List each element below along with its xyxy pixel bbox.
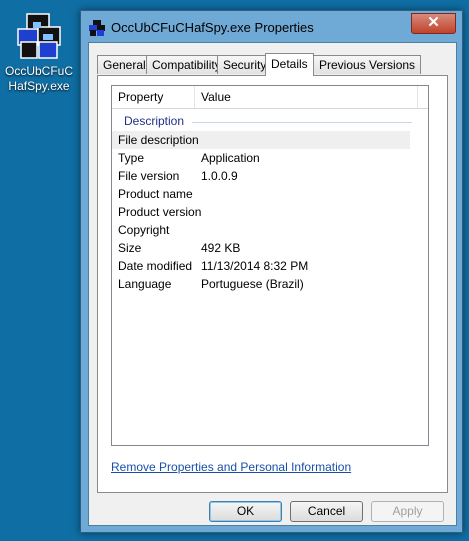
- property-name: Product name: [118, 187, 193, 201]
- cancel-button[interactable]: Cancel: [290, 501, 363, 522]
- list-item[interactable]: File version 1.0.0.9: [112, 167, 410, 185]
- property-value: Application: [201, 151, 260, 165]
- dialog-body: General Compatibility Security Details P…: [88, 42, 457, 526]
- property-value: Portuguese (Brazil): [201, 277, 304, 291]
- window-app-icon: [89, 20, 105, 36]
- tab-general[interactable]: General: [97, 55, 152, 74]
- ok-button[interactable]: OK: [209, 501, 282, 522]
- tab-compatibility[interactable]: Compatibility: [146, 55, 227, 74]
- app-icon: [17, 12, 61, 60]
- remove-properties-link[interactable]: Remove Properties and Personal Informati…: [111, 460, 351, 474]
- window-title: OccUbCFuCHafSpy.exe Properties: [111, 20, 314, 35]
- property-name: File description: [118, 133, 199, 147]
- property-name: File version: [118, 169, 180, 183]
- list-header: Property Value: [112, 86, 428, 109]
- property-name: Type: [118, 151, 145, 165]
- properties-window: OccUbCFuCHafSpy.exe Properties ✕ General…: [80, 10, 463, 533]
- list-item[interactable]: Product version: [112, 203, 410, 221]
- desktop-file-icon[interactable]: OccUbCFuCHafSpy.exe: [2, 12, 76, 94]
- list-item[interactable]: Type Application: [112, 149, 410, 167]
- list-item[interactable]: Copyright: [112, 221, 410, 239]
- column-header-property[interactable]: Property: [112, 86, 195, 108]
- list-item[interactable]: Date modified 11/13/2014 8:32 PM: [112, 257, 410, 275]
- property-name: Size: [118, 241, 142, 255]
- close-icon: ✕: [427, 14, 440, 31]
- list-item[interactable]: File description: [112, 131, 410, 149]
- list-item[interactable]: Size 492 KB: [112, 239, 410, 257]
- property-value: 1.0.0.9: [201, 169, 238, 183]
- property-value: 11/13/2014 8:32 PM: [201, 259, 309, 273]
- close-button[interactable]: ✕: [411, 13, 456, 34]
- group-header-description[interactable]: Description: [124, 114, 184, 128]
- property-name: Language: [118, 277, 172, 291]
- property-value: 492 KB: [201, 241, 241, 255]
- property-name: Product version: [118, 205, 202, 219]
- details-list[interactable]: Property Value Description File descript…: [111, 85, 429, 446]
- group-divider: [192, 122, 412, 123]
- title-bar[interactable]: OccUbCFuCHafSpy.exe Properties ✕: [81, 11, 462, 43]
- list-item[interactable]: Language Portuguese (Brazil): [112, 275, 410, 293]
- tab-previous-versions[interactable]: Previous Versions: [313, 55, 422, 74]
- apply-button[interactable]: Apply: [371, 501, 444, 522]
- desktop-icon-label: OccUbCFuCHafSpy.exe: [4, 64, 73, 93]
- column-header-value[interactable]: Value: [195, 86, 418, 108]
- property-name: Date modified: [118, 259, 193, 273]
- property-name: Copyright: [118, 223, 170, 237]
- list-item[interactable]: Product name: [112, 185, 410, 203]
- details-panel: Property Value Description File descript…: [97, 75, 448, 493]
- tab-details[interactable]: Details: [265, 53, 314, 76]
